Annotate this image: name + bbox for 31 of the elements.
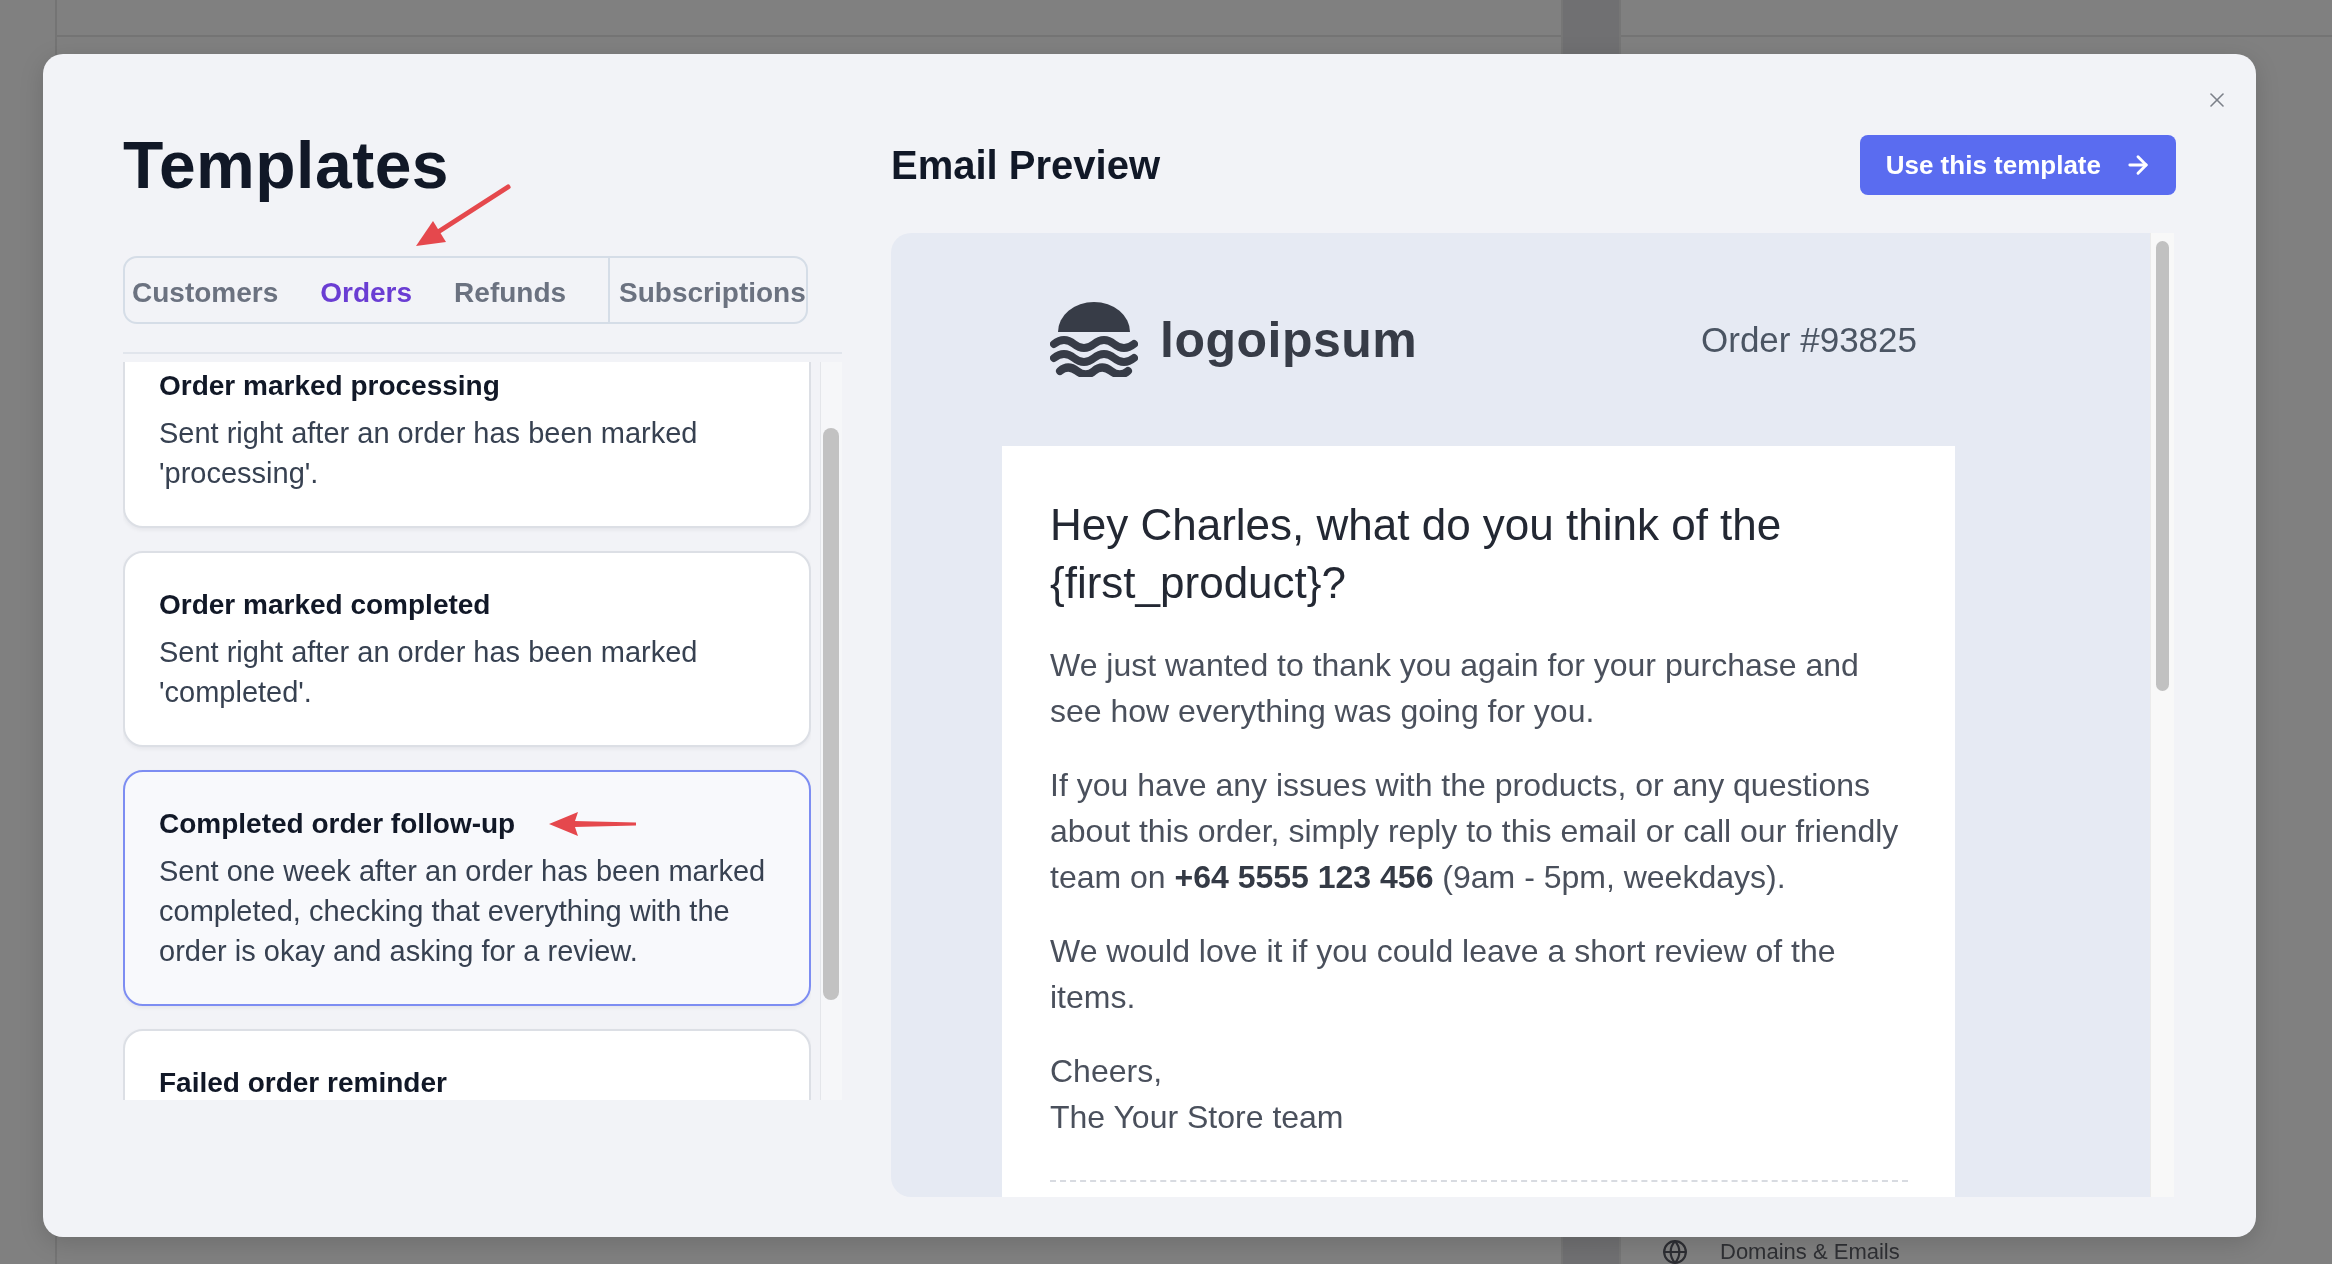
- preview-title: Email Preview: [891, 142, 1161, 189]
- order-number: Order #93825: [1701, 319, 1917, 360]
- template-card[interactable]: Completed order follow-up Sent one week after an order has been marked completed, checking that everything with the order is okay and asking for a review.: [123, 770, 811, 1006]
- template-title: Failed order reminder: [159, 1066, 447, 1100]
- template-card[interactable]: Failed order reminder: [123, 1029, 811, 1100]
- template-title: Order marked completed: [159, 588, 491, 622]
- brand-name: logoipsum: [1160, 310, 1418, 369]
- email-heading: Hey Charles, what do you think of the {first_product}?: [1050, 499, 1783, 609]
- email-paragraph: We would love it if you could leave a short review of the items.: [1050, 932, 1837, 1017]
- category-tab[interactable]: Orders: [320, 258, 413, 322]
- sidebar-link[interactable]: Domains & Emails: [1662, 1239, 1900, 1264]
- category-tab[interactable]: Customers: [132, 258, 279, 322]
- scrollbar-thumb[interactable]: [2156, 241, 2169, 691]
- globe-icon: [1662, 1238, 1688, 1264]
- scrollbar-thumb[interactable]: [823, 428, 839, 1000]
- template-description: Sent right after an order has been marked 'processing'.: [159, 416, 699, 491]
- template-title: Completed order follow-up: [159, 807, 516, 841]
- category-tab[interactable]: Refunds: [454, 258, 567, 322]
- template-description: Sent right after an order has been marked 'completed'.: [159, 635, 699, 710]
- template-card[interactable]: Order marked completed Sent right after an order has been marked 'completed'.: [123, 551, 811, 747]
- sign-off-line: Cheers,: [1050, 1052, 1163, 1091]
- category-tab[interactable]: Subscriptions: [608, 258, 813, 322]
- template-card[interactable]: Order marked processing Sent right after an order has been marked 'processing'.: [123, 362, 811, 528]
- template-description: Sent one week after an order has been marked completed, checking that everything with the order is okay and asking for a review.: [159, 854, 767, 969]
- logo-icon: [1050, 302, 1138, 377]
- sign-off-line: The Your Store team: [1050, 1098, 1344, 1137]
- email-paragraph: We just wanted to thank you again for your purchase and see how everything was going for you.: [1050, 646, 1860, 731]
- use-template-button[interactable]: Use this template: [1859, 135, 2176, 195]
- email-paragraph: If you have any issues with the products, or any questions about this order, simply reply to this email or call our friendly team on +64 5555 123 456 (9am - 5pm, weekdays).: [1050, 766, 1900, 897]
- template-title: Order marked processing: [159, 369, 500, 403]
- annotation-arrow-icon: [548, 811, 639, 837]
